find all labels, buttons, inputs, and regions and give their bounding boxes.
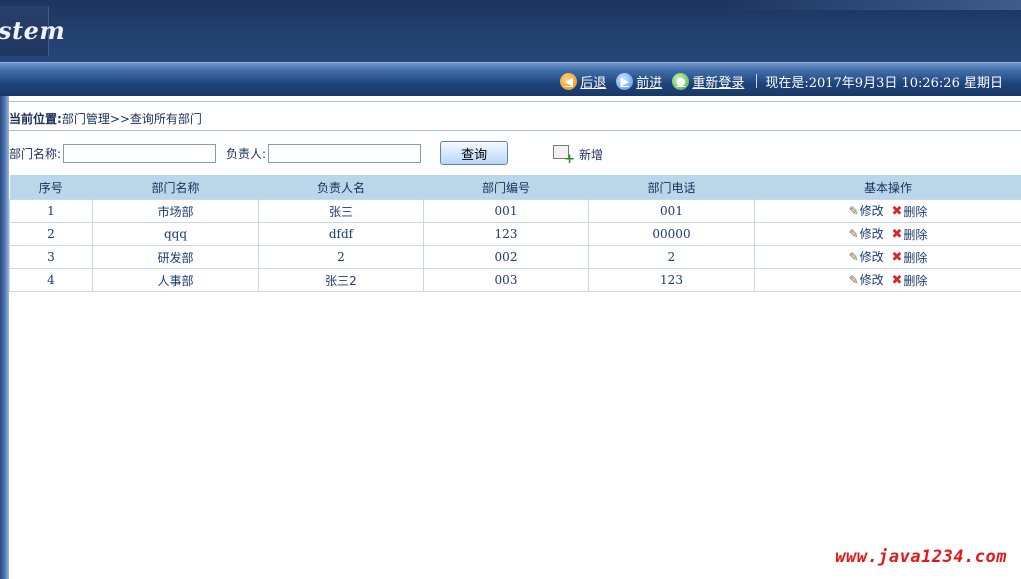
delete-x-icon: ✖	[891, 272, 903, 288]
cell-index: 3	[9, 245, 93, 269]
column-header-index: 序号	[9, 175, 93, 200]
delete-label: 删除	[903, 204, 928, 219]
pencil-icon: ✎	[848, 203, 859, 218]
cell-actions: ✎ 修改 ✖ 删除	[754, 268, 1021, 292]
relogin-label: 重新登录	[692, 75, 745, 91]
site-watermark: www.java1234.com	[835, 547, 1007, 567]
cell-code: 002	[423, 245, 589, 269]
back-label: 后退	[580, 75, 607, 91]
cell-person: 2	[258, 245, 424, 269]
cell-index: 2	[9, 222, 93, 246]
delete-label: 删除	[903, 273, 928, 288]
left-frame-strip	[0, 96, 9, 579]
person-input[interactable]	[268, 143, 422, 163]
cell-person: 张三	[258, 199, 424, 223]
back-link[interactable]: ◀ 后退	[560, 72, 606, 91]
query-button[interactable]: 查询	[440, 141, 509, 165]
top-toolbar: ◀ 后退 ▶ 前进 ● 重新登录 现在是:2017年9月3日 10:26:26 …	[0, 62, 1021, 97]
divider	[9, 130, 1021, 131]
app-logo: stem	[0, 6, 65, 56]
toolbar-divider	[756, 74, 758, 88]
pencil-icon: ✎	[848, 249, 859, 264]
cell-code: 001	[423, 199, 589, 223]
cell-phone: 2	[588, 245, 755, 269]
pencil-icon: ✎	[848, 272, 859, 287]
column-header-person: 负责人名	[258, 175, 424, 200]
edit-button[interactable]: ✎ 修改	[849, 271, 884, 288]
add-department-button[interactable]: 新增	[553, 144, 604, 167]
forward-arrow-icon: ▶	[616, 72, 634, 90]
person-label: 负责人:	[226, 146, 267, 161]
delete-x-icon: ✖	[891, 249, 903, 265]
cell-name: 市场部	[92, 199, 259, 223]
edit-button[interactable]: ✎ 修改	[849, 225, 884, 242]
relogin-link[interactable]: ● 重新登录	[672, 72, 744, 91]
cell-person: 张三2	[258, 268, 424, 292]
delete-button[interactable]: ✖ 删除	[891, 272, 927, 289]
cell-actions: ✎ 修改 ✖ 删除	[754, 245, 1021, 269]
table-row: 2 qqq dfdf 123 00000 ✎ 修改 ✖ 删除	[9, 222, 1021, 246]
edit-button[interactable]: ✎ 修改	[849, 202, 884, 219]
divider	[9, 101, 1021, 102]
add-icon	[553, 144, 575, 167]
department-table: 序号 部门名称 负责人名 部门编号 部门电话 基本操作 1 市场部 张三 001…	[9, 175, 1021, 292]
header-sheen	[721, 0, 1021, 10]
edit-label: 修改	[859, 204, 884, 219]
delete-x-icon: ✖	[891, 226, 903, 242]
edit-label: 修改	[859, 273, 884, 288]
delete-x-icon: ✖	[891, 203, 903, 219]
edit-button[interactable]: ✎ 修改	[849, 248, 884, 265]
column-header-phone: 部门电话	[588, 175, 755, 200]
cell-code: 123	[423, 222, 589, 246]
delete-button[interactable]: ✖ 删除	[891, 226, 927, 243]
cell-name: qqq	[92, 222, 259, 246]
cell-index: 1	[9, 199, 93, 223]
main-content: 当前位置:部门管理>>查询所有部门 部门名称: 负责人: 查询 新增 序号 部门…	[9, 96, 1021, 579]
cell-name: 人事部	[92, 268, 259, 292]
table-row: 4 人事部 张三2 003 123 ✎ 修改 ✖ 删除	[9, 268, 1021, 292]
edit-label: 修改	[859, 250, 884, 265]
forward-link[interactable]: ▶ 前进	[616, 72, 662, 91]
cell-index: 4	[9, 268, 93, 292]
cell-phone: 123	[588, 268, 755, 292]
dept-name-input[interactable]	[63, 143, 217, 163]
column-header-code: 部门编号	[423, 175, 589, 200]
search-form: 部门名称: 负责人: 查询	[9, 141, 509, 165]
delete-button[interactable]: ✖ 删除	[891, 249, 927, 266]
breadcrumb-path: 部门管理>>查询所有部门	[61, 112, 202, 126]
edit-label: 修改	[859, 227, 884, 242]
pencil-icon: ✎	[848, 226, 859, 241]
column-header-name: 部门名称	[92, 175, 259, 200]
cell-person: dfdf	[258, 222, 424, 246]
cell-phone: 00000	[588, 222, 755, 246]
table-row: 1 市场部 张三 001 001 ✎ 修改 ✖ 删除	[9, 199, 1021, 223]
column-header-actions: 基本操作	[754, 175, 1021, 200]
relogin-icon: ●	[672, 72, 690, 90]
cell-code: 003	[423, 268, 589, 292]
app-header: stem	[0, 0, 1021, 62]
cell-name: 研发部	[92, 245, 259, 269]
table-header-row: 序号 部门名称 负责人名 部门编号 部门电话 基本操作	[9, 175, 1021, 200]
cell-actions: ✎ 修改 ✖ 删除	[754, 199, 1021, 223]
delete-label: 删除	[903, 227, 928, 242]
delete-label: 删除	[903, 250, 928, 265]
cell-phone: 001	[588, 199, 755, 223]
forward-label: 前进	[636, 75, 663, 91]
logo-text: stem	[0, 16, 66, 45]
current-datetime: 现在是:2017年9月3日 10:26:26 星期日	[765, 75, 1003, 91]
dept-name-label: 部门名称:	[9, 146, 62, 161]
add-label: 新增	[579, 148, 604, 162]
breadcrumb-prefix: 当前位置:	[9, 112, 62, 126]
table-row: 3 研发部 2 002 2 ✎ 修改 ✖ 删除	[9, 245, 1021, 269]
delete-button[interactable]: ✖ 删除	[891, 203, 927, 220]
cell-actions: ✎ 修改 ✖ 删除	[754, 222, 1021, 246]
breadcrumb: 当前位置:部门管理>>查询所有部门	[9, 110, 202, 127]
back-arrow-icon: ◀	[560, 72, 578, 90]
